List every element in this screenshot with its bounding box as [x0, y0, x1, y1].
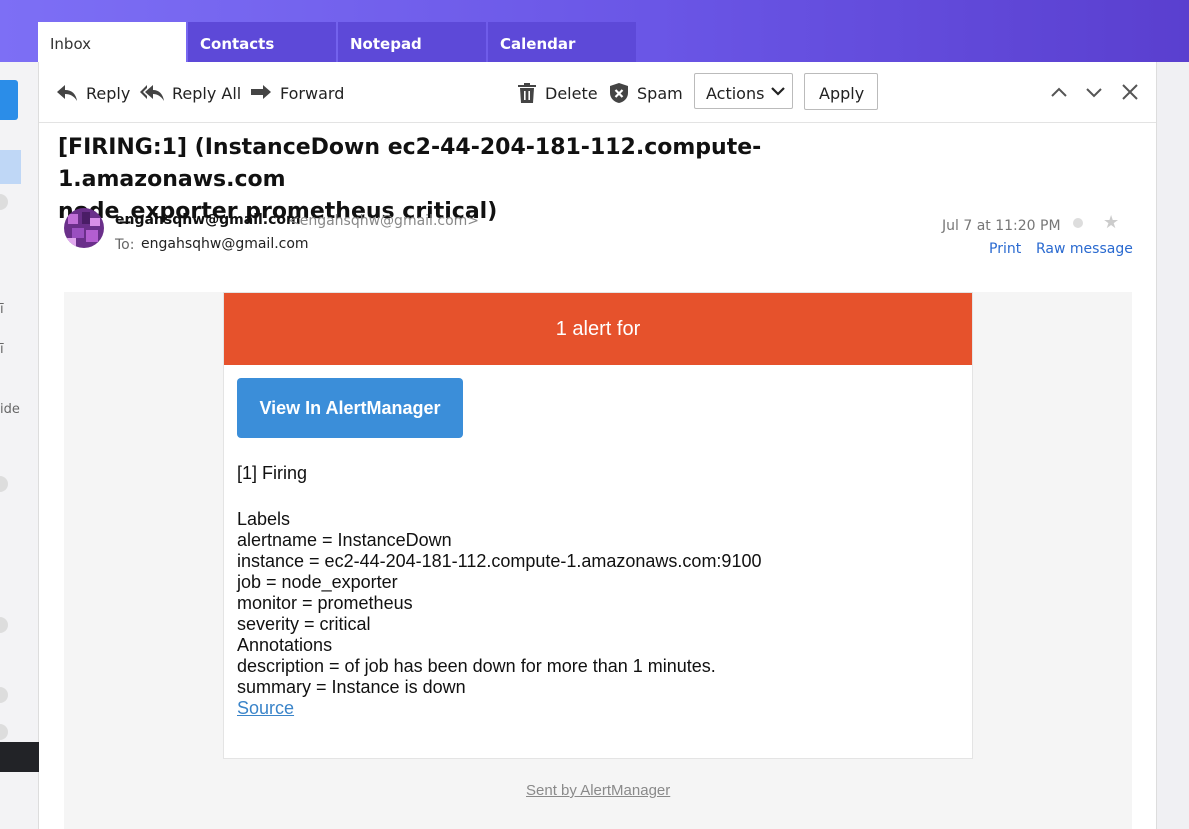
right-gutter — [1157, 62, 1189, 829]
reply-icon — [57, 85, 77, 101]
firing-count: [1] Firing — [237, 463, 308, 483]
sender-name[interactable]: engahsqhw@gmail.com — [115, 212, 301, 228]
recipient-address: engahsqhw@gmail.com — [141, 236, 309, 252]
delete-button[interactable]: Delete — [517, 82, 598, 104]
sent-by-link[interactable]: Sent by AlertManager — [526, 782, 670, 799]
tab-contacts[interactable]: Contacts — [188, 22, 336, 62]
labels-heading: Labels — [237, 509, 291, 529]
shield-icon — [610, 83, 628, 103]
chevron-down-icon[interactable] — [1085, 82, 1103, 102]
chevron-up-icon[interactable] — [1050, 82, 1068, 102]
delete-label: Delete — [545, 83, 598, 103]
annotation-line: description = of job has been down for m… — [237, 656, 716, 676]
reply-all-icon — [140, 85, 164, 101]
alert-header: 1 alert for — [224, 293, 972, 365]
apply-button[interactable]: Apply — [804, 73, 878, 110]
label-line: alertname = InstanceDown — [237, 530, 452, 550]
unread-toggle-icon[interactable] — [1073, 218, 1083, 228]
folder-sidebar: ī ī ide — [0, 62, 39, 829]
sidebar-item-selected[interactable] — [0, 150, 21, 184]
reply-label: Reply — [86, 83, 131, 103]
sidebar-fragment: ide — [0, 402, 20, 417]
print-link[interactable]: Print — [989, 241, 1021, 257]
sidebar-badge — [0, 687, 8, 703]
label-line: monitor = prometheus — [237, 593, 413, 613]
sidebar-badge — [0, 476, 8, 492]
message-toolbar: Reply Reply All Forward Delete Spam Acti… — [39, 62, 1156, 123]
label-line: job = node_exporter — [237, 572, 398, 592]
spam-label: Spam — [637, 83, 683, 103]
annotation-line: summary = Instance is down — [237, 677, 466, 697]
raw-message-link[interactable]: Raw message — [1036, 241, 1133, 257]
actions-select-value: Actions — [706, 84, 765, 103]
sidebar-badge — [0, 724, 8, 740]
alert-card: 1 alert for View In AlertManager [1] Fir… — [223, 292, 973, 759]
message-body: 1 alert for View In AlertManager [1] Fir… — [64, 292, 1132, 829]
subject-line: [FIRING:1] (InstanceDown ec2-44-204-181-… — [58, 135, 762, 192]
spam-button[interactable]: Spam — [609, 82, 683, 104]
forward-button[interactable]: Forward — [250, 82, 344, 104]
forward-label: Forward — [280, 83, 345, 103]
sidebar-fragment: ī — [0, 302, 4, 317]
tab-bar: Inbox Contacts Notepad Calendar — [38, 22, 638, 62]
source-link[interactable]: Source — [237, 698, 294, 719]
to-label: To: — [115, 237, 135, 253]
sidebar-badge — [0, 194, 8, 210]
star-icon[interactable]: ★ — [1103, 212, 1119, 233]
label-line: severity = critical — [237, 614, 371, 634]
actions-select[interactable]: Actions — [694, 73, 793, 109]
view-in-alertmanager-button[interactable]: View In AlertManager — [237, 378, 463, 438]
annotations-heading: Annotations — [237, 635, 333, 655]
forward-icon — [251, 85, 271, 99]
message-panel: Reply Reply All Forward Delete Spam Acti… — [39, 62, 1157, 829]
close-icon[interactable] — [1120, 82, 1140, 102]
reply-button[interactable]: Reply — [56, 82, 130, 104]
avatar — [64, 208, 104, 248]
chevron-down-icon — [771, 87, 785, 96]
compose-button[interactable] — [0, 80, 18, 120]
tab-calendar[interactable]: Calendar — [488, 22, 636, 62]
sidebar-fragment: ī — [0, 342, 4, 357]
message-date: Jul 7 at 11:20 PM — [942, 218, 1061, 234]
tab-inbox[interactable]: Inbox — [38, 22, 186, 62]
tab-notepad[interactable]: Notepad — [338, 22, 486, 62]
sender-address: <engahsqhw@gmail.com> — [288, 213, 480, 229]
reply-all-button[interactable]: Reply All — [140, 82, 241, 104]
reply-all-label: Reply All — [172, 83, 242, 103]
sidebar-badge — [0, 617, 8, 633]
trash-icon — [518, 83, 536, 103]
app-header: Inbox Contacts Notepad Calendar — [0, 0, 1189, 62]
label-line: instance = ec2-44-204-181-112.compute-1.… — [237, 551, 762, 571]
